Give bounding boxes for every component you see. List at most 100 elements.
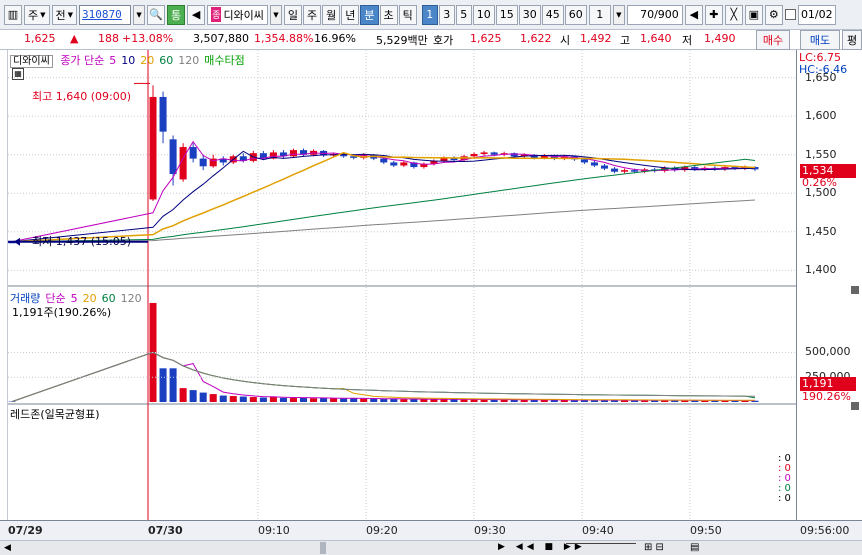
- candle-body-6: [199, 158, 207, 167]
- buy-button[interactable]: 매수: [756, 30, 790, 50]
- layout-icon[interactable]: ▤: [690, 542, 699, 553]
- candle-body-2: [159, 96, 167, 132]
- candle-body-46: [600, 165, 609, 169]
- search-icon[interactable]: 🔍: [147, 4, 166, 25]
- candle-body-33: [470, 153, 478, 157]
- chart-type-icon[interactable]: ▥: [4, 4, 22, 25]
- high-price: 1,640: [640, 32, 672, 45]
- date-checkbox[interactable]: [784, 9, 796, 20]
- x-tick-1: 07/30: [148, 524, 183, 537]
- price-tick-4: 1,450: [805, 224, 837, 238]
- volume-bar-4: [179, 388, 187, 402]
- type-select-1[interactable]: 주 ▼: [24, 4, 50, 25]
- tab-period-1[interactable]: 주: [303, 4, 322, 25]
- volume-bar-28: [420, 399, 428, 402]
- ask-price: 1,625: [470, 32, 502, 45]
- candle-body-49: [631, 170, 639, 172]
- candle-body-47: [611, 168, 619, 172]
- volume-value-label: 1,191주(190.26%): [12, 306, 112, 319]
- y-axis: LC:6.75 HC:-6.46 1,650 1,600 1,550 1,500 1,4…: [796, 50, 862, 520]
- sound-icon[interactable]: ◀: [187, 4, 206, 25]
- arrow-scroll-icon[interactable]: ◀: [684, 4, 703, 25]
- candle-body-24: [380, 158, 388, 163]
- volume-bar-9: [229, 396, 237, 402]
- minute-tabs: 1 3 5 10 15 30 45 60: [421, 4, 587, 25]
- tab-period-2[interactable]: 월: [322, 4, 341, 25]
- tab-minute-4[interactable]: 15: [495, 4, 518, 25]
- tong-button[interactable]: 통: [167, 4, 186, 25]
- volume-bar-23: [370, 398, 378, 402]
- type-select-2[interactable]: 전 ▼: [51, 4, 78, 25]
- volume-bar-11: [249, 397, 257, 402]
- low-label: 저: [682, 34, 693, 47]
- tab-minute-2[interactable]: 5: [455, 4, 472, 25]
- crosshair-icon[interactable]: ✚: [704, 4, 723, 25]
- x-tick-6: 09:50: [690, 524, 722, 537]
- volume-bar-17: [310, 398, 318, 402]
- volume-bar-3: [169, 368, 177, 402]
- volume-bar-19: [330, 398, 338, 402]
- volume-bar-18: [320, 398, 328, 402]
- bar-count-input[interactable]: 70/900: [626, 4, 683, 25]
- zoom-slider[interactable]: [566, 543, 636, 553]
- price-legend-item-1: 5: [109, 54, 117, 67]
- high-label: 고: [620, 34, 631, 47]
- tab-minute-1[interactable]: 3: [438, 4, 455, 25]
- price-change-pct: +13.08%: [122, 32, 174, 45]
- price-legend-item-0: 종가 단순: [60, 54, 105, 67]
- draw-tool-icon[interactable]: ╳: [724, 4, 743, 25]
- sell-button[interactable]: 매도: [800, 30, 840, 50]
- candle-body-35: [490, 152, 498, 155]
- high-marker-label: 최고 1,640 (09:00): [32, 90, 132, 103]
- tab-minute-6[interactable]: 45: [541, 4, 564, 25]
- price-tick-1: 1,600: [805, 109, 837, 123]
- jong-badge: 종: [211, 7, 222, 22]
- stock-name-box[interactable]: 종 디와이씨: [207, 4, 268, 25]
- tab-minute-3[interactable]: 10: [472, 4, 495, 25]
- tab-period-4[interactable]: 분: [360, 4, 379, 25]
- grid-toggle-icon[interactable]: ▦: [12, 68, 24, 80]
- candle-body-5: [189, 147, 197, 159]
- volume-bar-7: [209, 394, 217, 402]
- chart-svg[interactable]: [8, 50, 796, 520]
- volume-pane-close-icon[interactable]: [851, 286, 859, 294]
- scroll-thumb[interactable]: [320, 542, 326, 554]
- up-arrow-icon: ▲: [70, 32, 79, 45]
- tab-period-3[interactable]: 년: [341, 4, 360, 25]
- interval-dropdown-icon[interactable]: ▼: [612, 4, 625, 25]
- chart-canvas[interactable]: 디와이씨 종가 단순 5 10 20 60 120 매수타점 ▦ 최고 1,640 (09:…: [8, 50, 796, 520]
- stock-name-dropdown-icon[interactable]: ▼: [269, 4, 282, 25]
- candle-body-45: [590, 162, 598, 166]
- redzone-values: : 0: 0: 0: 0: 0: [778, 454, 791, 504]
- trade-amount: 5,529백만: [376, 34, 428, 47]
- chart-scrollbar[interactable]: ◀ ▶ ◀◀ ■ ▶▶ ⊞ ⊟ ▤: [0, 540, 862, 555]
- volume-bar-20: [340, 398, 348, 402]
- tab-period-0[interactable]: 일: [283, 4, 303, 25]
- tab-minute-7[interactable]: 60: [564, 4, 587, 25]
- stock-code-input[interactable]: 310870: [79, 4, 132, 25]
- tab-minute-0[interactable]: 1: [421, 4, 438, 25]
- stock-label[interactable]: 디와이씨: [10, 55, 53, 68]
- candle-body-3: [169, 139, 177, 174]
- tab-period-6[interactable]: 틱: [398, 4, 417, 25]
- save-icon[interactable]: ▣: [744, 4, 763, 25]
- date-input[interactable]: 01/02: [797, 4, 836, 25]
- candle-body-44: [580, 159, 588, 163]
- avg-button[interactable]: 평: [842, 30, 862, 50]
- zoom-icon[interactable]: ⊞ ⊟: [644, 542, 664, 553]
- volume-bar-26: [400, 399, 408, 402]
- interval-select[interactable]: 1: [588, 4, 611, 25]
- quote-bar: 1,625 ▲ 188 +13.08% 3,507,880 1,354.88% …: [0, 30, 862, 50]
- period-tabs: 일주월년분초틱: [283, 4, 417, 25]
- code-dropdown-icon[interactable]: ▼: [133, 4, 146, 25]
- candle-body-25: [390, 162, 398, 166]
- turnover-rate: 16.96%: [314, 32, 356, 45]
- volume-bar-12: [259, 397, 267, 402]
- volume-bar-6: [199, 392, 207, 402]
- gear-icon[interactable]: ⚙: [764, 4, 783, 25]
- low-marker-label: 최저 1,437 (15:05): [32, 235, 132, 248]
- tab-period-5[interactable]: 초: [379, 4, 398, 25]
- scroll-left-icon[interactable]: ◀: [4, 543, 11, 553]
- tab-minute-5[interactable]: 30: [518, 4, 541, 25]
- redzone-pane-close-icon[interactable]: [851, 402, 859, 410]
